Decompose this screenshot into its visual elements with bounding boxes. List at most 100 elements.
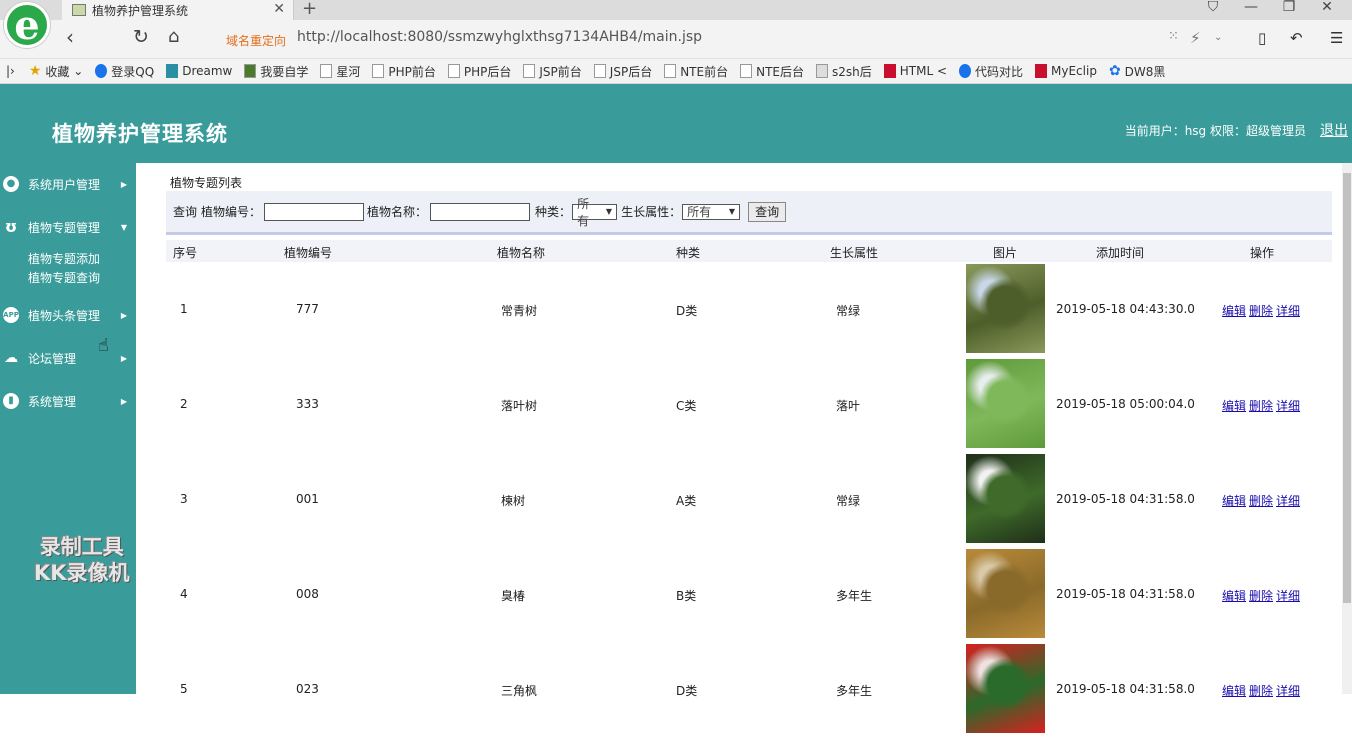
redirect-label: 域名重定向 xyxy=(226,34,287,48)
search-button[interactable]: 查询 xyxy=(748,201,787,222)
grid-icon[interactable]: ⁙ xyxy=(1168,29,1179,44)
edit-link[interactable]: 编辑 xyxy=(1222,304,1246,318)
logout-link[interactable]: 退出 xyxy=(1320,120,1348,140)
growth-select[interactable]: 所有 ▼ xyxy=(682,203,741,220)
bookmark-label: NTE前台 xyxy=(680,64,729,79)
chevron-down-icon[interactable]: ⌄ xyxy=(1214,32,1222,43)
plant-image xyxy=(966,644,1045,733)
detail-link[interactable]: 详细 xyxy=(1276,304,1300,318)
bookmark-icon[interactable]: ▯ xyxy=(1258,29,1266,47)
myeclipse-icon xyxy=(1035,64,1048,78)
cell-no: 1 xyxy=(180,302,188,316)
sidebar: ● 系统用户管理 ▶ ʊ 植物专题管理 ▼ 植物专题添加 植物专题查询 APP … xyxy=(0,163,136,694)
restore-icon[interactable]: ❐ xyxy=(1270,0,1308,14)
cell-name: 常青树 xyxy=(501,304,538,318)
edit-link[interactable]: 编辑 xyxy=(1222,399,1246,413)
tab-strip: 植物养护管理系统 ✕ + ⛉ — ❐ ✕ xyxy=(0,0,1352,20)
type-select[interactable]: 所有 ▼ xyxy=(572,197,618,228)
bookmark-item[interactable]: 代码对比 xyxy=(959,63,1023,80)
edit-link[interactable]: 编辑 xyxy=(1222,684,1246,698)
bookmark-item[interactable]: 我要自学 xyxy=(244,63,308,80)
bookmark-item[interactable]: Dreamw xyxy=(166,64,232,78)
sidebar-item-forum[interactable]: ☁ 论坛管理 ▶ xyxy=(0,346,136,370)
bookmark-item[interactable]: JSP前台 xyxy=(523,63,582,80)
bookmark-item[interactable]: ★ 收藏 ⌄ xyxy=(29,63,83,80)
new-tab-button[interactable]: + xyxy=(302,0,317,19)
bookmark-item[interactable]: 星河 xyxy=(320,63,360,80)
delete-link[interactable]: 删除 xyxy=(1249,304,1273,318)
table-row: 4 008 臭椿 B类 多年生 2019-05-18 04:31:58.0 编辑 删除 详细 xyxy=(166,547,1332,642)
plant-icon: ʊ xyxy=(4,217,18,236)
delete-link[interactable]: 删除 xyxy=(1249,399,1273,413)
home-icon[interactable]: ⌂ xyxy=(168,26,179,48)
sidebar-item-system[interactable]: ▮ 系统管理 ▶ xyxy=(0,389,136,413)
sidebar-item-plant-topic[interactable]: ʊ 植物专题管理 ▼ xyxy=(0,215,136,239)
detail-link[interactable]: 详细 xyxy=(1276,589,1300,603)
cell-type: C类 xyxy=(676,399,697,413)
sidebar-item-user-management[interactable]: ● 系统用户管理 ▶ xyxy=(0,172,136,196)
paw-icon: ✿ xyxy=(1108,63,1121,79)
bookmark-item[interactable]: PHP前台 xyxy=(372,63,436,80)
bookmark-item[interactable]: NTE后台 xyxy=(740,63,804,80)
undo-icon[interactable]: ↶ xyxy=(1290,29,1303,47)
tab-title: 植物养护管理系统 xyxy=(92,3,189,18)
browser-chrome: 植物养护管理系统 ✕ + ⛉ — ❐ ✕ e ‹ ↻ ⌂ 域名重定向 http:… xyxy=(0,0,1352,84)
edit-link[interactable]: 编辑 xyxy=(1222,589,1246,603)
browser-tab[interactable]: 植物养护管理系统 ✕ xyxy=(62,0,294,20)
scrollbar[interactable] xyxy=(1342,163,1352,694)
tab-close-icon[interactable]: ✕ xyxy=(273,1,285,17)
bookmark-label: 收藏 xyxy=(45,64,70,79)
menu-icon[interactable]: ☰ xyxy=(1330,29,1343,47)
content-panel: 植物专题列表 查询 植物编号： 植物名称： 种类： 所有 ▼ 生长属性： 所有 … xyxy=(166,163,1334,737)
code-input[interactable] xyxy=(264,202,365,221)
growth-select-value: 所有 xyxy=(687,205,712,219)
star-icon: ★ xyxy=(28,63,42,79)
nav-bar: ‹ ↻ ⌂ 域名重定向 http://localhost:8080/ssmzwy… xyxy=(0,20,1352,56)
bookmark-item[interactable]: HTML < xyxy=(883,64,947,78)
back-icon[interactable]: ‹ xyxy=(66,26,74,48)
detail-link[interactable]: 详细 xyxy=(1276,399,1300,413)
bookmark-label: PHP后台 xyxy=(463,64,512,79)
edit-link[interactable]: 编辑 xyxy=(1222,494,1246,508)
bookmark-item[interactable]: NTE前台 xyxy=(664,63,728,80)
bookmark-item[interactable]: ✿ DW8黑 xyxy=(1109,63,1165,80)
row-actions: 编辑 删除 详细 xyxy=(1222,587,1303,604)
close-window-icon[interactable]: ✕ xyxy=(1308,0,1346,14)
image-icon xyxy=(815,64,828,78)
detail-link[interactable]: 详细 xyxy=(1276,684,1300,698)
cell-time: 2019-05-18 04:31:58.0 xyxy=(1056,587,1195,601)
bookmark-item[interactable]: s2sh后 xyxy=(815,63,872,80)
minimize-icon[interactable]: — xyxy=(1232,0,1270,14)
address-bar[interactable]: http://localhost:8080/ssmzwyhglxthsg7134… xyxy=(297,29,702,45)
bookmarks-bar: |› ★ 收藏 ⌄ 登录QQ Dreamw 我要自学 星河 PHP前台 PHP后台… xyxy=(0,58,1352,84)
page-icon xyxy=(593,64,606,78)
cell-growth: 多年生 xyxy=(836,589,873,603)
sidebar-item-headline[interactable]: APP 植物头条管理 ▶ xyxy=(0,303,136,327)
scroll-thumb[interactable] xyxy=(1343,173,1351,603)
shirt-icon[interactable]: ⛉ xyxy=(1194,0,1232,14)
cell-name: 三角枫 xyxy=(501,684,538,698)
window-controls: ⛉ — ❐ ✕ xyxy=(1194,0,1346,14)
plant-image xyxy=(966,264,1045,353)
bookmark-label: 代码对比 xyxy=(975,64,1024,79)
user-icon: ● xyxy=(3,176,19,192)
sidebar-toggle-icon[interactable]: |› xyxy=(6,64,15,78)
bookmark-item[interactable]: MyEclip xyxy=(1035,64,1097,78)
refresh-icon[interactable]: ↻ xyxy=(133,26,149,48)
lightning-icon[interactable]: ⚡ xyxy=(1190,29,1201,47)
delete-link[interactable]: 删除 xyxy=(1249,684,1273,698)
cell-growth: 常绿 xyxy=(836,494,861,508)
delete-link[interactable]: 删除 xyxy=(1249,589,1273,603)
detail-link[interactable]: 详细 xyxy=(1276,494,1300,508)
cell-type: B类 xyxy=(676,589,697,603)
qq-icon xyxy=(95,64,108,78)
bookmark-label: s2sh后 xyxy=(831,64,872,79)
bookmark-label: 我要自学 xyxy=(260,64,309,79)
bookmark-item[interactable]: 登录QQ xyxy=(95,63,154,80)
name-input[interactable] xyxy=(430,202,531,221)
bookmark-item[interactable]: PHP后台 xyxy=(447,63,512,80)
bookmark-item[interactable]: JSP后台 xyxy=(593,63,652,80)
sidebar-subitem-query[interactable]: 植物专题查询 xyxy=(28,269,100,286)
sidebar-subitem-add[interactable]: 植物专题添加 xyxy=(28,250,100,267)
delete-link[interactable]: 删除 xyxy=(1249,494,1273,508)
